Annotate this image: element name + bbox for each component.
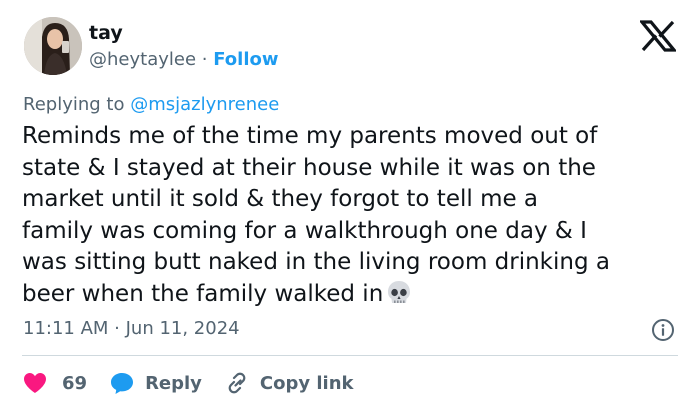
avatar-photo — [24, 17, 82, 75]
replying-mention[interactable]: @msjazlynrenee — [130, 94, 279, 115]
like-count: 69 — [62, 372, 88, 394]
copy-link-label: Copy link — [259, 372, 354, 394]
like-button[interactable]: 69 — [22, 371, 87, 395]
tweet-line: Reminds me of the time my parents moved … — [22, 123, 598, 149]
tweet-line: beer when the family walked in — [22, 280, 384, 307]
link-icon — [228, 372, 246, 394]
skull-emoji-icon — [388, 280, 411, 303]
avatar[interactable] — [24, 17, 82, 75]
divider — [22, 355, 678, 356]
speech-bubble-icon — [111, 373, 134, 394]
author-handle-row: @heytaylee · Follow — [89, 47, 279, 73]
reply-label: Reply — [145, 372, 202, 394]
tweet-line-last: beer when the family walked in — [22, 279, 690, 311]
tweet-line: market until it sold & they forgot to te… — [22, 186, 539, 212]
separator-dot: · — [201, 49, 208, 70]
tweet-line: family was coming for a walkthrough one … — [22, 217, 587, 244]
replying-to: Replying to @msjazlynrenee — [23, 92, 279, 118]
tweet-timestamp[interactable]: 11:11 AM · Jun 11, 2024 — [23, 316, 240, 342]
x-logo-icon[interactable] — [640, 20, 676, 52]
reply-button[interactable]: Reply — [109, 371, 202, 395]
info-icon[interactable] — [651, 318, 675, 342]
tweet-line: state & I stayed at their house while it… — [22, 154, 596, 181]
author-name[interactable]: tay — [89, 20, 123, 46]
author-handle[interactable]: @heytaylee — [89, 49, 196, 70]
tweet-card: tay @heytaylee · Follow Replying to @msj… — [0, 0, 700, 410]
tweet-text: Reminds me of the time my parents moved … — [22, 121, 690, 310]
replying-prefix: Replying to — [23, 94, 125, 115]
action-bar: 69 Reply Copy link — [22, 368, 376, 398]
copy-link-button[interactable]: Copy link — [224, 371, 354, 395]
heart-icon — [24, 373, 46, 393]
tweet-line: was sitting butt naked in the living roo… — [22, 249, 610, 275]
follow-button[interactable]: Follow — [213, 49, 278, 70]
